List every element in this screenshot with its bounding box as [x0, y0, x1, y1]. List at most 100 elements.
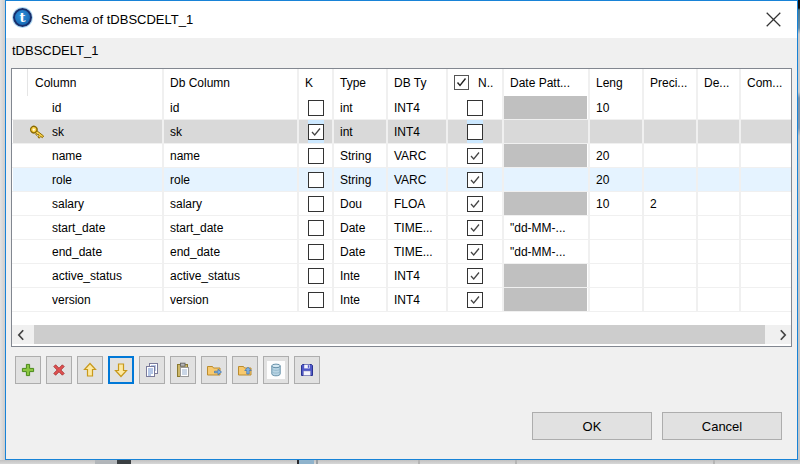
cell-type[interactable]: Dou: [334, 192, 388, 215]
cell-default[interactable]: [698, 120, 741, 143]
cell-db-column[interactable]: name: [164, 144, 299, 167]
key-checkbox[interactable]: [308, 244, 324, 260]
cell-length[interactable]: 20: [590, 168, 644, 191]
cell-key[interactable]: [299, 120, 334, 143]
cell-nullable[interactable]: [448, 264, 504, 287]
cell-type[interactable]: Date: [334, 240, 388, 263]
header-db-column[interactable]: Db Column: [164, 69, 299, 96]
cell-nullable[interactable]: [448, 168, 504, 191]
table-row[interactable]: end_dateend_dateDateTIME..."dd-MM-...: [12, 240, 791, 264]
cell-column[interactable]: sk: [28, 120, 164, 143]
cell-precision[interactable]: [644, 264, 698, 287]
nullable-checkbox[interactable]: [467, 124, 483, 140]
cell-db-type[interactable]: INT4: [388, 96, 448, 119]
scroll-left-icon[interactable]: [12, 325, 29, 344]
cell-length[interactable]: 10: [590, 96, 644, 119]
table-row[interactable]: versionversionInteINT4: [12, 288, 791, 312]
row-header[interactable]: [12, 192, 28, 215]
cell-default[interactable]: [698, 240, 741, 263]
cell-db-column[interactable]: start_date: [164, 216, 299, 239]
cell-precision[interactable]: [644, 216, 698, 239]
cell-date-pattern[interactable]: "dd-MM-...: [504, 240, 590, 263]
move-up-button[interactable]: [77, 356, 103, 384]
key-checkbox[interactable]: [308, 100, 324, 116]
cell-precision[interactable]: [644, 144, 698, 167]
import-button[interactable]: [232, 356, 258, 384]
cell-date-pattern[interactable]: [504, 120, 590, 143]
header-type[interactable]: Type: [334, 69, 388, 96]
cell-key[interactable]: [299, 192, 334, 215]
table-row[interactable]: salarysalaryDouFLOA102: [12, 192, 791, 216]
header-default[interactable]: De...: [698, 69, 741, 96]
header-length[interactable]: Leng: [590, 69, 644, 96]
key-checkbox[interactable]: [308, 268, 324, 284]
cell-column[interactable]: active_status: [28, 264, 164, 287]
delete-button[interactable]: [46, 356, 72, 384]
cell-comment[interactable]: [741, 144, 791, 167]
header-db-type[interactable]: DB Ty: [388, 69, 448, 96]
cell-db-type[interactable]: INT4: [388, 264, 448, 287]
cell-db-type[interactable]: VARC: [388, 168, 448, 191]
cell-db-type[interactable]: VARC: [388, 144, 448, 167]
cell-column[interactable]: salary: [28, 192, 164, 215]
nullable-checkbox[interactable]: [467, 244, 483, 260]
cell-comment[interactable]: [741, 288, 791, 311]
cell-key[interactable]: [299, 240, 334, 263]
nullable-checkbox[interactable]: [467, 148, 483, 164]
cell-db-column[interactable]: sk: [164, 120, 299, 143]
cell-comment[interactable]: [741, 168, 791, 191]
cell-comment[interactable]: [741, 192, 791, 215]
nullable-checkbox[interactable]: [467, 292, 483, 308]
cell-type[interactable]: Date: [334, 216, 388, 239]
cell-date-pattern[interactable]: [504, 264, 590, 287]
cell-nullable[interactable]: [448, 288, 504, 311]
cell-db-column[interactable]: end_date: [164, 240, 299, 263]
cell-precision[interactable]: [644, 240, 698, 263]
move-down-button[interactable]: [108, 356, 134, 384]
row-header[interactable]: [12, 240, 28, 263]
cell-date-pattern[interactable]: "dd-MM-...: [504, 216, 590, 239]
scrollbar-thumb[interactable]: [34, 325, 765, 344]
cancel-button[interactable]: Cancel: [662, 412, 782, 440]
cell-column[interactable]: role: [28, 168, 164, 191]
nullable-checkbox[interactable]: [467, 268, 483, 284]
cell-db-column[interactable]: id: [164, 96, 299, 119]
row-header[interactable]: [12, 96, 28, 119]
cell-type[interactable]: String: [334, 168, 388, 191]
cell-default[interactable]: [698, 288, 741, 311]
cell-comment[interactable]: [741, 216, 791, 239]
reset-db-types-button[interactable]: [263, 356, 289, 384]
paste-button[interactable]: [170, 356, 196, 384]
key-checkbox[interactable]: [308, 172, 324, 188]
cell-date-pattern[interactable]: [504, 192, 590, 215]
cell-nullable[interactable]: [448, 240, 504, 263]
cell-type[interactable]: int: [334, 120, 388, 143]
nullable-all-checkbox[interactable]: [454, 75, 469, 90]
header-date-pattern[interactable]: Date Patt...: [504, 69, 590, 96]
cell-comment[interactable]: [741, 240, 791, 263]
cell-nullable[interactable]: [448, 120, 504, 143]
dialog-titlebar[interactable]: t Schema of tDBSCDELT_1: [6, 1, 797, 38]
cell-default[interactable]: [698, 216, 741, 239]
row-header[interactable]: [12, 216, 28, 239]
cell-type[interactable]: Inte: [334, 288, 388, 311]
cell-column[interactable]: name: [28, 144, 164, 167]
cell-db-column[interactable]: active_status: [164, 264, 299, 287]
cell-default[interactable]: [698, 96, 741, 119]
header-precision[interactable]: Preci...: [644, 69, 698, 96]
cell-default[interactable]: [698, 144, 741, 167]
cell-db-type[interactable]: FLOA: [388, 192, 448, 215]
cell-length[interactable]: [590, 216, 644, 239]
cell-nullable[interactable]: [448, 96, 504, 119]
table-row[interactable]: namenameStringVARC20: [12, 144, 791, 168]
horizontal-scrollbar[interactable]: [12, 325, 791, 344]
cell-length[interactable]: [590, 288, 644, 311]
cell-db-column[interactable]: salary: [164, 192, 299, 215]
key-checkbox[interactable]: [308, 196, 324, 212]
cell-column[interactable]: end_date: [28, 240, 164, 263]
row-header[interactable]: [12, 120, 28, 143]
cell-length[interactable]: [590, 120, 644, 143]
key-checkbox[interactable]: [308, 124, 324, 140]
cell-default[interactable]: [698, 192, 741, 215]
table-row[interactable]: roleroleStringVARC20: [12, 168, 791, 192]
